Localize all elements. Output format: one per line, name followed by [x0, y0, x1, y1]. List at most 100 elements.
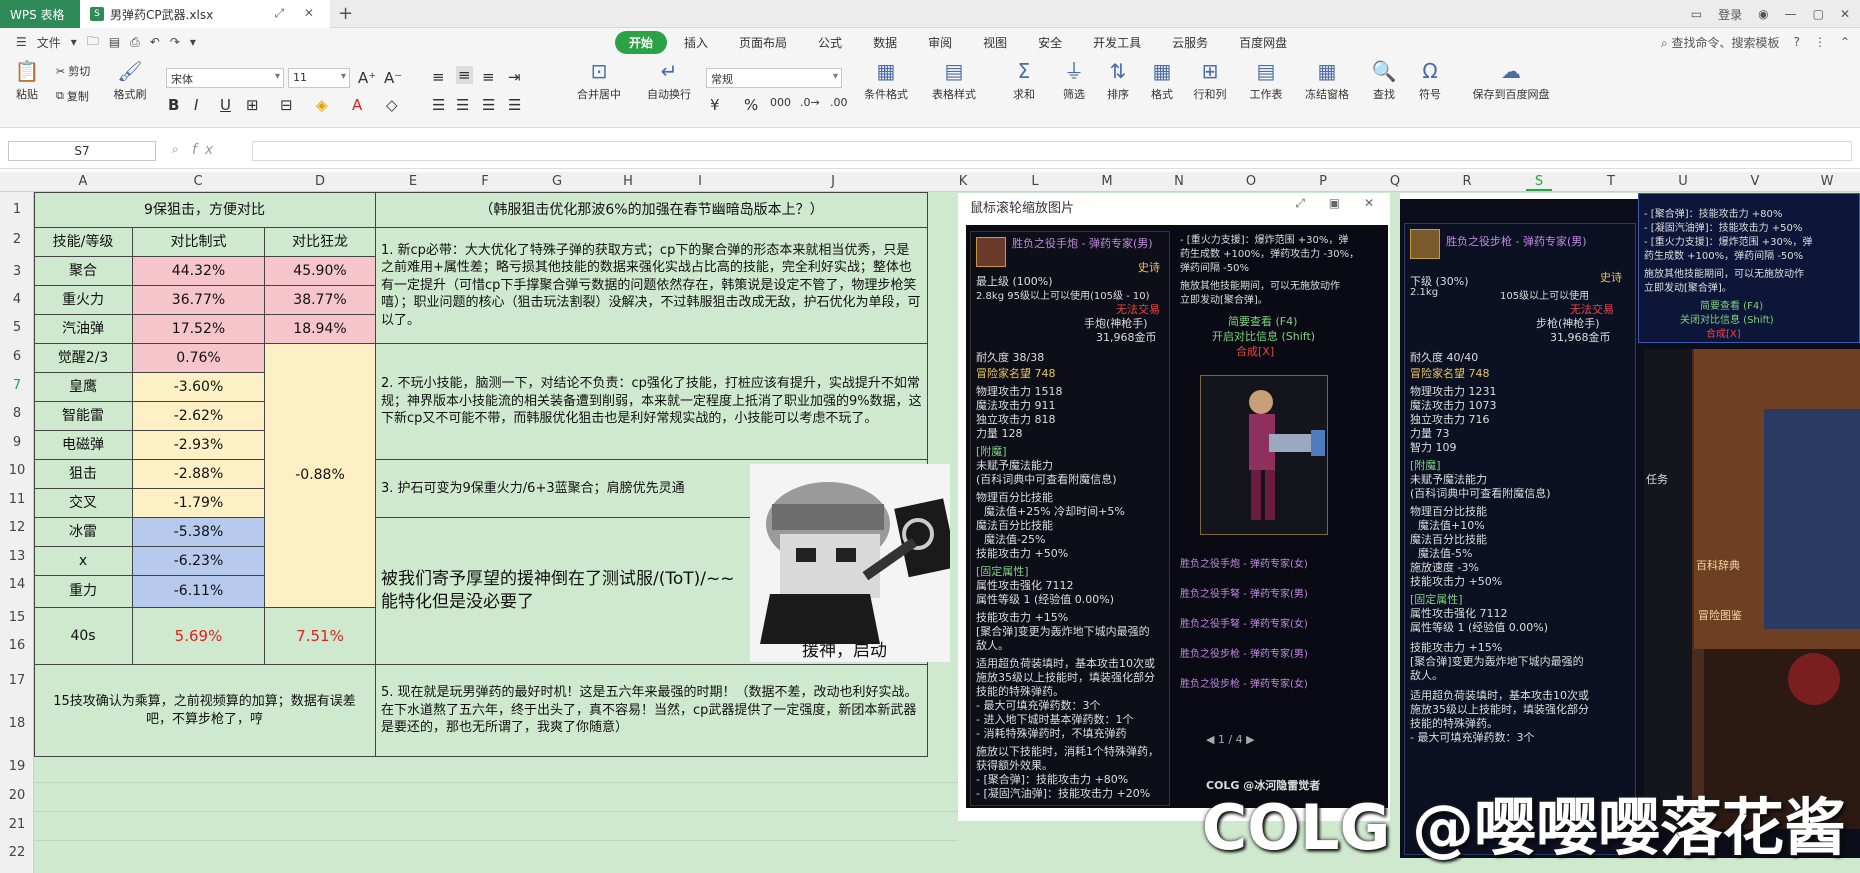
find-button[interactable]: 🔍 查找 [1364, 60, 1404, 102]
row-num[interactable]: 17 [0, 673, 34, 688]
tab-data[interactable]: 数据 [859, 31, 911, 54]
row-num[interactable]: 10 [0, 463, 34, 478]
note-2[interactable]: 2. 不玩小技能，脑测一下，对结论不负责：cp强化了技能，打桩应该有提升，实战提… [376, 344, 928, 460]
value-c[interactable]: -6.11% [133, 576, 265, 608]
col-header[interactable]: M [1094, 174, 1120, 189]
file-tab[interactable]: S 男弹药CP武器.xlsx ⤢ ✕ [80, 0, 330, 28]
row-num[interactable]: 13 [0, 549, 34, 564]
item-list-entry[interactable]: 胜负之役步枪 - 弹药专家(男) [1180, 645, 1350, 660]
symbol-button[interactable]: Ω 符号 [1410, 60, 1450, 102]
item-list-entry[interactable]: 胜负之役手弩 - 弹药专家(男) [1180, 585, 1350, 600]
fill-color-icon[interactable]: ◈ [316, 96, 328, 114]
name-box[interactable]: S7 [8, 141, 156, 161]
note-5[interactable]: 5. 现在就是玩男弹药的最好时机！这是五六年来最强的时期！（数据不差，改动也利好… [376, 665, 928, 757]
col-header[interactable]: P [1310, 174, 1336, 189]
align-right-icon[interactable]: ☰ [482, 96, 495, 114]
row-num[interactable]: 5 [0, 320, 34, 335]
filter-button[interactable]: ⏚ 筛选 [1054, 60, 1094, 102]
format-painter-button[interactable]: 🖌 格式刷 [110, 60, 150, 102]
col-header[interactable]: W [1814, 174, 1840, 189]
collapse-icon[interactable]: ⌃ [1840, 35, 1850, 49]
tab-cloud[interactable]: 云服务 [1158, 31, 1222, 54]
row-num[interactable]: 15 [0, 610, 34, 625]
adventure-atlas-button[interactable]: 冒险图鉴 [1698, 607, 1742, 623]
row-num[interactable]: 21 [0, 817, 34, 832]
close-window-icon[interactable]: ✕ [1840, 7, 1850, 21]
item-list-entry[interactable]: 胜负之役手炮 - 弹药专家(女) [1180, 555, 1350, 570]
increase-decimal-icon[interactable]: .0→ [800, 96, 820, 109]
distribute-icon[interactable]: ☰ [508, 96, 521, 114]
copy-button[interactable]: ⧉ 复制 [56, 88, 89, 104]
percent-icon[interactable]: % [744, 96, 758, 114]
undo-icon[interactable]: ↶ [150, 35, 160, 49]
login-link[interactable]: 登录 [1718, 6, 1742, 23]
col-header[interactable]: E [400, 174, 426, 189]
tab-insert[interactable]: 插入 [670, 31, 722, 54]
row-col-button[interactable]: ⊞ 行和列 [1186, 60, 1234, 102]
tab-formulas[interactable]: 公式 [804, 31, 856, 54]
indent-icon[interactable]: ⇥ [508, 68, 521, 86]
footnote[interactable]: 15技攻确认为乘算，之前视频算的加算；数据有误差吧，不算步枪了，哼 [34, 665, 376, 757]
save-icon[interactable]: ▤ [109, 35, 120, 49]
skill-name[interactable]: 冰雷 [34, 518, 133, 547]
item-list-entry[interactable]: 胜负之役步枪 - 弹药专家(女) [1180, 675, 1350, 690]
value-c[interactable]: 44.32% [133, 257, 265, 286]
header-d[interactable]: 对比狂龙 [265, 228, 376, 257]
format-button[interactable]: ▦ 格式 [1142, 60, 1182, 102]
skill-name[interactable]: 汽油弹 [34, 315, 133, 344]
row-num[interactable]: 3 [0, 264, 34, 279]
save-baidu-button[interactable]: ☁ 保存到百度网盘 [1466, 60, 1556, 102]
chevron-down-icon[interactable]: ▾ [71, 35, 77, 49]
maximize-icon[interactable]: ▢ [1813, 7, 1824, 21]
header-skill[interactable]: 技能/等级 [34, 228, 133, 257]
col-header[interactable]: F [472, 174, 498, 189]
align-center-icon[interactable]: ☰ [456, 96, 469, 114]
tab-view[interactable]: 视图 [969, 31, 1021, 54]
encyclopedia-button[interactable]: 百科辞典 [1696, 557, 1740, 573]
fx-icon[interactable]: fx [192, 142, 221, 158]
wrap-text-button[interactable]: ↵ 自动换行 [640, 60, 698, 102]
skill-name[interactable]: 聚合 [34, 257, 133, 286]
worksheet-button[interactable]: ▤ 工作表 [1242, 60, 1290, 102]
window-mode-icon[interactable]: ▭ [1691, 7, 1702, 21]
cut-button[interactable]: ✂ 剪切 [56, 63, 90, 79]
conditional-format-button[interactable]: ▦ 条件格式 [856, 60, 916, 102]
tab-baidu[interactable]: 百度网盘 [1225, 31, 1301, 54]
col-header[interactable]: K [950, 174, 976, 189]
value-d[interactable]: 38.77% [265, 286, 376, 315]
sort-button[interactable]: ⇅ 排序 [1098, 60, 1138, 102]
row-num[interactable]: 1 [0, 202, 34, 217]
tab-controls[interactable]: ⤢ ✕ [275, 6, 322, 21]
zoom-icon[interactable]: ⌕ [172, 142, 179, 157]
hamburger-icon[interactable]: ☰ [16, 35, 27, 49]
row-num-selected[interactable]: 7 [0, 378, 34, 393]
decrease-decimal-icon[interactable]: .00 [830, 96, 848, 109]
total-label[interactable]: 40s [34, 608, 133, 665]
font-shrink-icon[interactable]: A⁻ [384, 69, 402, 87]
print-preview-icon[interactable]: ⎙ [130, 35, 140, 50]
freeze-button[interactable]: ▦ 冻结窗格 [1298, 60, 1356, 102]
thousands-icon[interactable]: 000 [770, 96, 791, 109]
col-header[interactable]: Q [1382, 174, 1408, 189]
col-header[interactable]: A [70, 174, 96, 189]
value-c[interactable]: -5.38% [133, 518, 265, 547]
value-c[interactable]: -2.88% [133, 460, 265, 489]
row-num[interactable]: 2 [0, 232, 34, 247]
col-header[interactable]: L [1022, 174, 1048, 189]
app-tab-wps[interactable]: WPS 表格 [0, 0, 80, 28]
col-header[interactable]: I [687, 174, 713, 189]
header-c[interactable]: 对比制式 [133, 228, 265, 257]
skill-name[interactable]: 狙击 [34, 460, 133, 489]
search-command[interactable]: ⌕ 查找命令、搜索模板 [1661, 34, 1780, 51]
total-c[interactable]: 5.69% [133, 608, 265, 665]
skill-name[interactable]: 重火力 [34, 286, 133, 315]
value-c[interactable]: -1.79% [133, 489, 265, 518]
skill-name[interactable]: 智能雷 [34, 402, 133, 431]
number-format-select[interactable]: 常规 [706, 68, 842, 88]
strikethrough-icon[interactable]: ⊟ [280, 96, 293, 114]
row-num[interactable]: 8 [0, 406, 34, 421]
row-num[interactable]: 19 [0, 759, 34, 774]
merge-center-button[interactable]: ⊡ 合并居中 [570, 60, 628, 102]
avatar[interactable]: ◉ [1758, 7, 1768, 21]
align-middle-icon[interactable]: ≡ [456, 66, 473, 84]
